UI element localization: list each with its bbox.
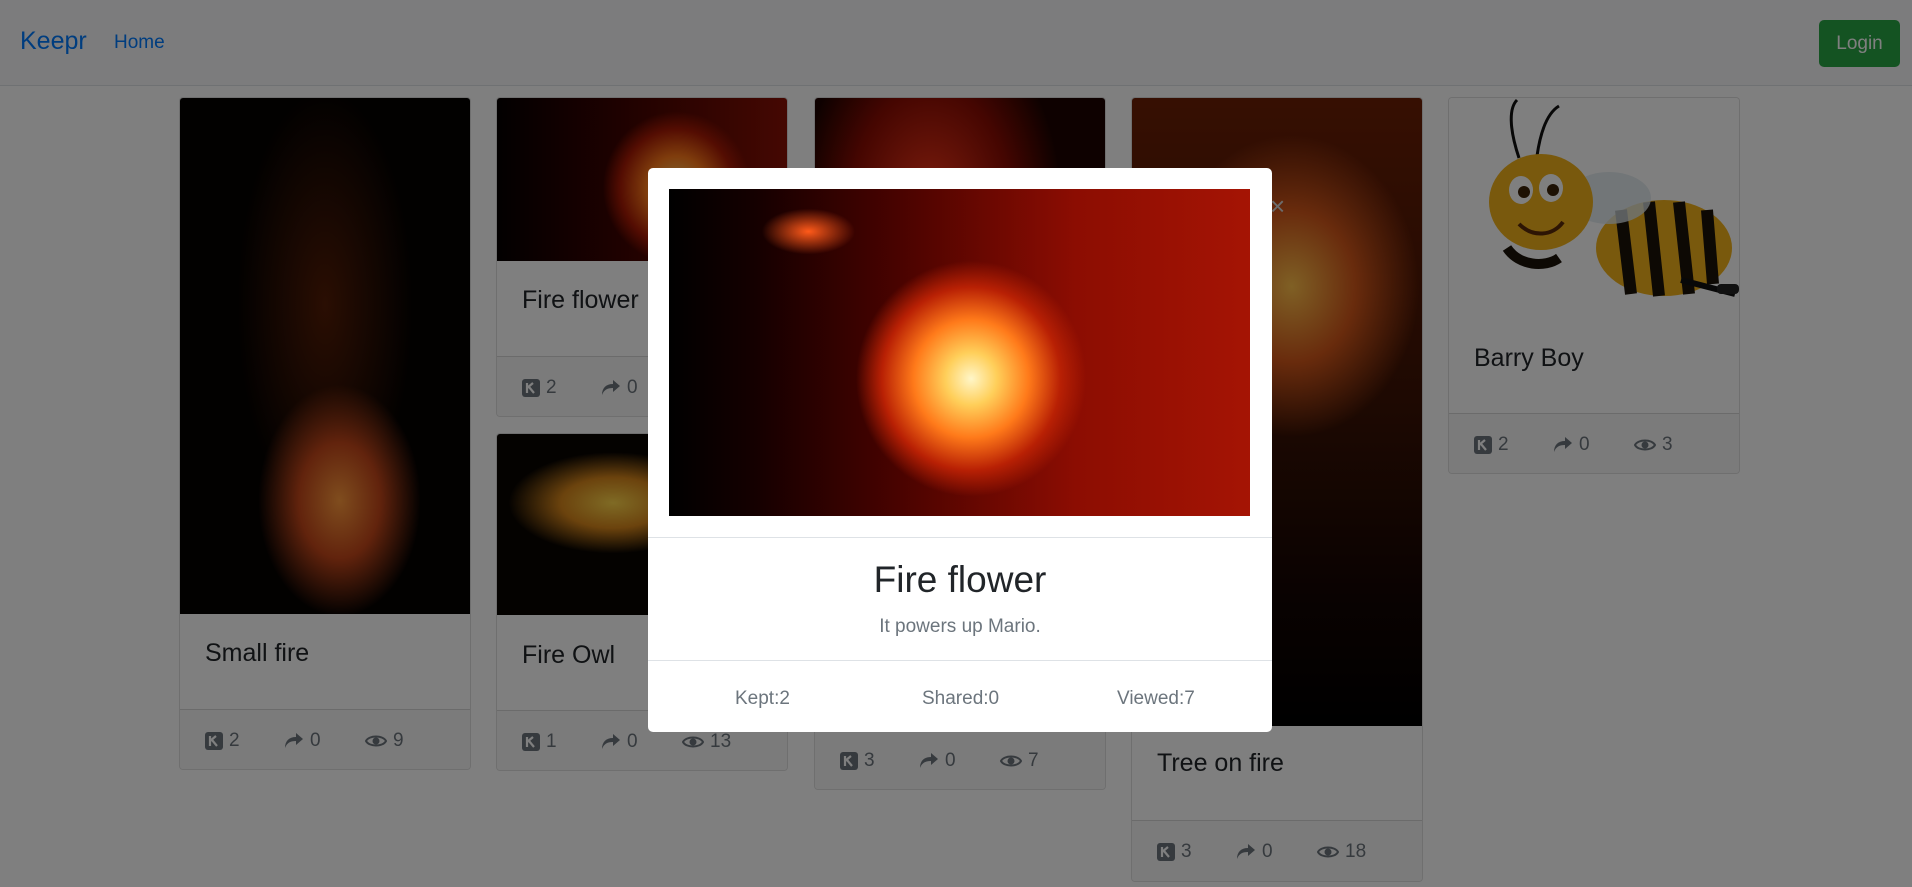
divider — [648, 537, 1272, 538]
keep-detail-modal: Fire flower It powers up Mario. Kept:2 S… — [648, 168, 1272, 732]
modal-shared-stat: Shared:0 — [922, 688, 1000, 709]
divider — [648, 660, 1272, 661]
modal-viewed-stat: Viewed:7 — [1117, 688, 1195, 709]
close-icon[interactable]: × — [1270, 193, 1285, 219]
modal-title: Fire flower — [873, 559, 1047, 600]
modal-description: It powers up Mario. — [879, 616, 1041, 637]
modal-kept-stat: Kept:2 — [735, 688, 790, 709]
modal-keep-image — [669, 189, 1250, 516]
